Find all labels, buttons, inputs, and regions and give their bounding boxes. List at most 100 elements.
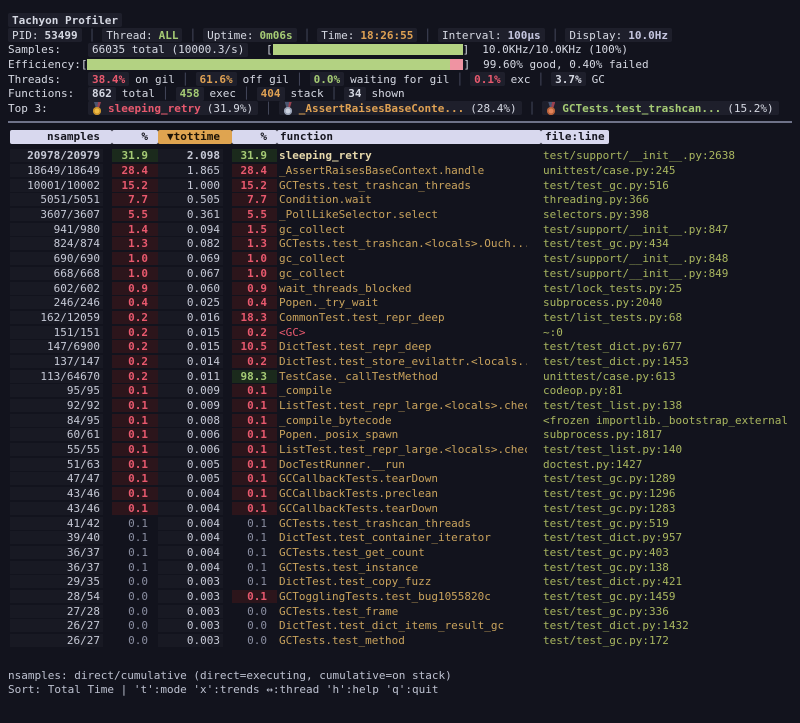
cell-direct-pct: 0.2 [112,340,158,353]
cell-nsamples: 39/40 [10,531,112,544]
table-row[interactable]: 18649/1864928.41.86528.4_AssertRaisesBas… [10,163,792,178]
table-row[interactable]: 28/540.00.0030.1GCTogglingTests.test_bug… [10,589,792,604]
cell-direct-pct: 0.0 [112,575,158,588]
table-row[interactable]: 690/6901.00.0691.0gc_collecttest/support… [10,251,792,266]
table-row[interactable]: 27/280.00.0030.0GCTests.test_frametest/t… [10,604,792,619]
top3-item-silver[interactable]: _AssertRaisesBaseConte...(28.4%) [279,101,522,115]
column-header-tottime-sorted[interactable]: ▼tottime [158,130,232,144]
table-row[interactable]: 147/69000.20.01510.5DictTest.test_repr_d… [10,339,792,354]
table-row[interactable]: 162/120590.20.01618.3CommonTest.test_rep… [10,310,792,325]
bar-close-bracket: ] [463,58,470,71]
cell-nsamples: 941/980 [10,223,112,236]
table-row[interactable]: 55/550.10.0060.1ListTest.test_repr_large… [10,442,792,457]
table-row[interactable]: 36/370.10.0040.1GCTests.test_get_countte… [10,545,792,560]
table-row[interactable]: 3607/36075.50.3615.5_PollLikeSelector.se… [10,207,792,222]
functions-stat-value: 458 [176,87,204,101]
efficiency-bar [87,59,463,70]
separator-icon [331,87,338,100]
cell-nsamples: 602/602 [10,282,112,295]
table-row[interactable]: 92/920.10.0090.1ListTest.test_repr_large… [10,398,792,413]
table-row[interactable]: 5051/50517.70.5057.7Condition.waitthread… [10,193,792,208]
threads-stat-text: GC [592,73,605,86]
column-header-function[interactable]: function [277,130,541,144]
cell-direct-pct: 0.1 [112,502,158,515]
top3-label: Top 3: [8,102,88,115]
cell-tottime: 0.009 [158,384,232,397]
table-row[interactable]: 668/6681.00.0671.0gc_collecttest/support… [10,266,792,281]
functions-stat-item: 404stack [257,87,324,101]
column-header-cumulative-pct[interactable]: % [232,130,277,144]
table-row[interactable]: 60/610.10.0060.1Popen._posix_spawnsubpro… [10,428,792,443]
samples-progress-bar [273,44,463,55]
cell-direct-pct: 5.5 [112,208,158,221]
table-row[interactable]: 51/630.10.0050.1DocTestRunner.__rundocte… [10,457,792,472]
cell-cumulative-pct: 0.0 [232,605,277,618]
table-row[interactable]: 26/270.00.0030.0GCTests.test_methodtest/… [10,633,792,648]
cell-cumulative-pct: 1.3 [232,237,277,250]
table-row[interactable]: 29/350.00.0030.1DictTest.test_copy_fuzzt… [10,574,792,589]
cell-nsamples: 147/6900 [10,340,112,353]
cell-tottime: 0.003 [158,634,232,647]
table-row[interactable]: 113/646700.20.01198.3TestCase._callTestM… [10,369,792,384]
table-row[interactable]: 41/420.10.0040.1GCTests.test_trashcan_th… [10,516,792,531]
cell-nsamples: 824/874 [10,237,112,250]
separator-icon [189,29,196,42]
cell-function: GCTests.test_trashcan.<locals>.Ouch.... [277,237,541,250]
threads-stat-item: 0.1%exc [470,72,530,86]
cell-tottime: 1.000 [158,179,232,192]
column-header-file-line[interactable]: file:line [541,130,609,144]
efficiency-label: Efficiency: [8,58,81,71]
separator-rule [8,121,792,123]
cell-nsamples: 113/64670 [10,370,112,383]
top3-line: Top 3:sleeping_retry(31.9%) _AssertRaises… [8,101,792,116]
cell-direct-pct: 0.0 [112,634,158,647]
cell-cumulative-pct: 0.1 [232,546,277,559]
page-title: Tachyon Profiler [8,13,122,27]
column-header-direct-pct[interactable]: % [112,130,158,144]
table-row[interactable]: 95/950.10.0090.1_compilecodeop.py:81 [10,384,792,399]
cell-file-line: test/test_gc.py:403 [541,546,792,559]
cell-direct-pct: 0.1 [112,384,158,397]
cell-function: DictTest.test_copy_fuzz [277,575,541,588]
cell-cumulative-pct: 0.1 [232,531,277,544]
table-row[interactable]: 47/470.10.0050.1GCCallbackTests.tearDown… [10,472,792,487]
cell-function: GCCallbackTests.preclean [277,487,541,500]
cell-tottime: 0.004 [158,561,232,574]
top3-item-gold[interactable]: sleeping_retry(31.9%) [88,101,258,115]
silver-medal-icon [284,102,293,115]
table-row[interactable]: 20978/2097931.92.09831.9sleeping_retryte… [10,149,792,164]
table-row[interactable]: 84/950.10.0080.1_compile_bytecode<frozen… [10,413,792,428]
table-row[interactable]: 137/1470.20.0140.2DictTest.test_store_ev… [10,354,792,369]
column-header-nsamples[interactable]: nsamples [10,130,112,144]
cell-function: DictTest.test_dict_items_result_gc [277,619,541,632]
table-row[interactable]: 941/9801.40.0941.5gc_collecttest/support… [10,222,792,237]
status-value: 100μs [508,29,541,42]
table-row[interactable]: 43/460.10.0040.1GCCallbackTests.preclean… [10,486,792,501]
cell-file-line: unittest/case.py:613 [541,370,792,383]
bar-open-bracket: [ [266,43,273,56]
table-row[interactable]: 39/400.10.0040.1DictTest.test_container_… [10,530,792,545]
table-row[interactable]: 36/370.10.0040.1GCTests.test_instancetes… [10,560,792,575]
top3-item-bronze[interactable]: GCTests.test_trashcan...(15.2%) [542,101,778,115]
table-row[interactable]: 824/8741.30.0821.3GCTests.test_trashcan.… [10,237,792,252]
table-row[interactable]: 246/2460.40.0250.4Popen._try_waitsubproc… [10,295,792,310]
table-row[interactable]: 151/1510.20.0150.2<GC>~:0 [10,325,792,340]
cell-function: DictTest.test_store_evilattr.<locals... [277,355,541,368]
top3-function-name: _AssertRaisesBaseConte... [299,102,465,115]
cell-function: GCTests.test_method [277,634,541,647]
status-value: 18:26:55 [360,29,413,42]
cell-file-line: test/lock_tests.py:25 [541,282,792,295]
cell-cumulative-pct: 1.0 [232,252,277,265]
table-row[interactable]: 10001/1000215.21.00015.2GCTests.test_tra… [10,178,792,193]
cell-direct-pct: 1.0 [112,252,158,265]
cell-nsamples: 162/12059 [10,311,112,324]
table-row[interactable]: 43/460.10.0040.1GCCallbackTests.tearDown… [10,501,792,516]
cell-cumulative-pct: 5.5 [232,208,277,221]
table-row[interactable]: 26/270.00.0030.0DictTest.test_dict_items… [10,619,792,634]
cell-cumulative-pct: 0.1 [232,575,277,588]
functions-stat-value: 862 [88,87,116,101]
status-segment-display: Display:10.0Hz [565,28,672,42]
cell-file-line: test/test_gc.py:519 [541,517,792,530]
table-row[interactable]: 602/6020.90.0600.9wait_threads_blockedte… [10,281,792,296]
cell-nsamples: 151/151 [10,326,112,339]
